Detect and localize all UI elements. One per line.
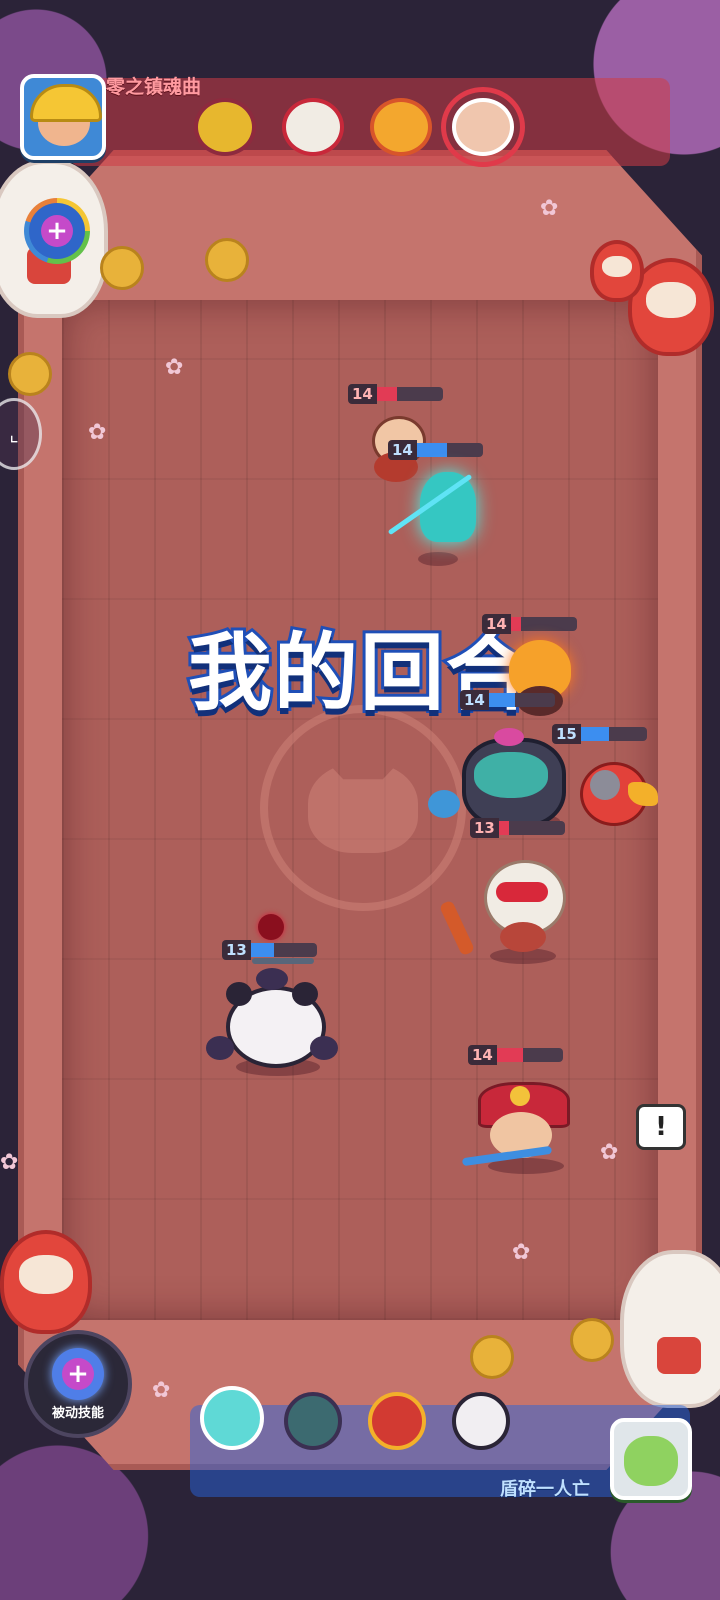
sakura-flower-icon: ✿ [0, 1150, 19, 1175]
daruma-doll-icon [590, 240, 644, 302]
coin-icon [100, 246, 144, 290]
flame-bird-unit[interactable] [564, 752, 660, 832]
ogre-hp-value: 14 [460, 690, 489, 710]
samurai-unit[interactable] [461, 1074, 582, 1172]
panda-portrait-icon[interactable] [444, 1384, 518, 1458]
plus-icon: + [41, 215, 73, 247]
plus-icon: + [62, 1357, 94, 1390]
player-avatar[interactable] [20, 74, 106, 160]
alert-button[interactable]: ! [636, 1104, 686, 1150]
active-skill-button[interactable]: + [24, 198, 90, 264]
fire-spirit-hp-value: 14 [482, 614, 511, 634]
status-orb-icon [258, 914, 284, 940]
monk-hp-bar: 14 [348, 384, 443, 404]
status-text: 盾碎一人亡 [500, 1479, 590, 1500]
monk-hp-value: 14 [348, 384, 377, 404]
ogre-hp-bar: 14 [460, 690, 555, 710]
sakura-flower-icon: ✿ [165, 355, 184, 380]
game-screen: ✿ ✿ ✿ ✿ ✿ ✿ ✿ 零之镇魂曲 + ⌞ 我的回合 14 14 14 14… [0, 0, 720, 1600]
coin-icon [570, 1318, 614, 1362]
monkey-king-unit[interactable] [438, 846, 576, 957]
daruma-doll-icon [0, 1230, 92, 1334]
fire-spirit-hp-bar: 14 [482, 614, 577, 634]
opponent-avatar[interactable] [610, 1418, 692, 1500]
coin-icon [8, 352, 52, 396]
samurai-hp-value: 14 [468, 1045, 497, 1065]
passive-skill-button[interactable]: + 被动技能 [24, 1330, 132, 1438]
ghost-spearman-hp-bar: 14 [388, 440, 483, 460]
ogre-portrait-icon[interactable] [276, 1384, 350, 1458]
passive-skill-icon: + [52, 1347, 104, 1400]
samurai-portrait-icon [188, 92, 262, 162]
monk-portrait-icon [446, 92, 520, 162]
monkey-king-hp-bar: 13 [470, 818, 565, 838]
flame-bird-hp-bar: 15 [552, 724, 647, 744]
fire-spirit-portrait-icon [364, 92, 438, 162]
flame-bird-portrait-icon[interactable] [360, 1384, 434, 1458]
coin-icon [470, 1335, 514, 1379]
sakura-flower-icon: ✿ [512, 1240, 531, 1265]
monkey-king-portrait-icon [276, 92, 350, 162]
ghost-portrait-icon[interactable] [192, 1378, 272, 1458]
player-name: 零之镇魂曲 [106, 76, 202, 98]
lucky-cat-statue-icon [620, 1250, 720, 1408]
monkey-king-hp-value: 13 [470, 818, 499, 838]
flame-bird-hp-value: 15 [552, 724, 581, 744]
panda-hp-value: 13 [222, 940, 251, 960]
ogre-unit[interactable] [428, 728, 578, 828]
sakura-flower-icon: ✿ [152, 1378, 171, 1403]
samurai-hp-bar: 14 [468, 1045, 563, 1065]
ghost-spearman-unit[interactable] [380, 462, 490, 558]
panda-hp-bar: 13 [222, 940, 317, 964]
sakura-flower-icon: ✿ [600, 1140, 619, 1165]
sakura-flower-icon: ✿ [540, 196, 559, 221]
passive-skill-label: 被动技能 [51, 1405, 104, 1421]
coin-icon [205, 238, 249, 282]
sakura-flower-icon: ✿ [88, 420, 107, 445]
ghost-spearman-hp-value: 14 [388, 440, 417, 460]
panda-unit[interactable] [206, 968, 340, 1068]
